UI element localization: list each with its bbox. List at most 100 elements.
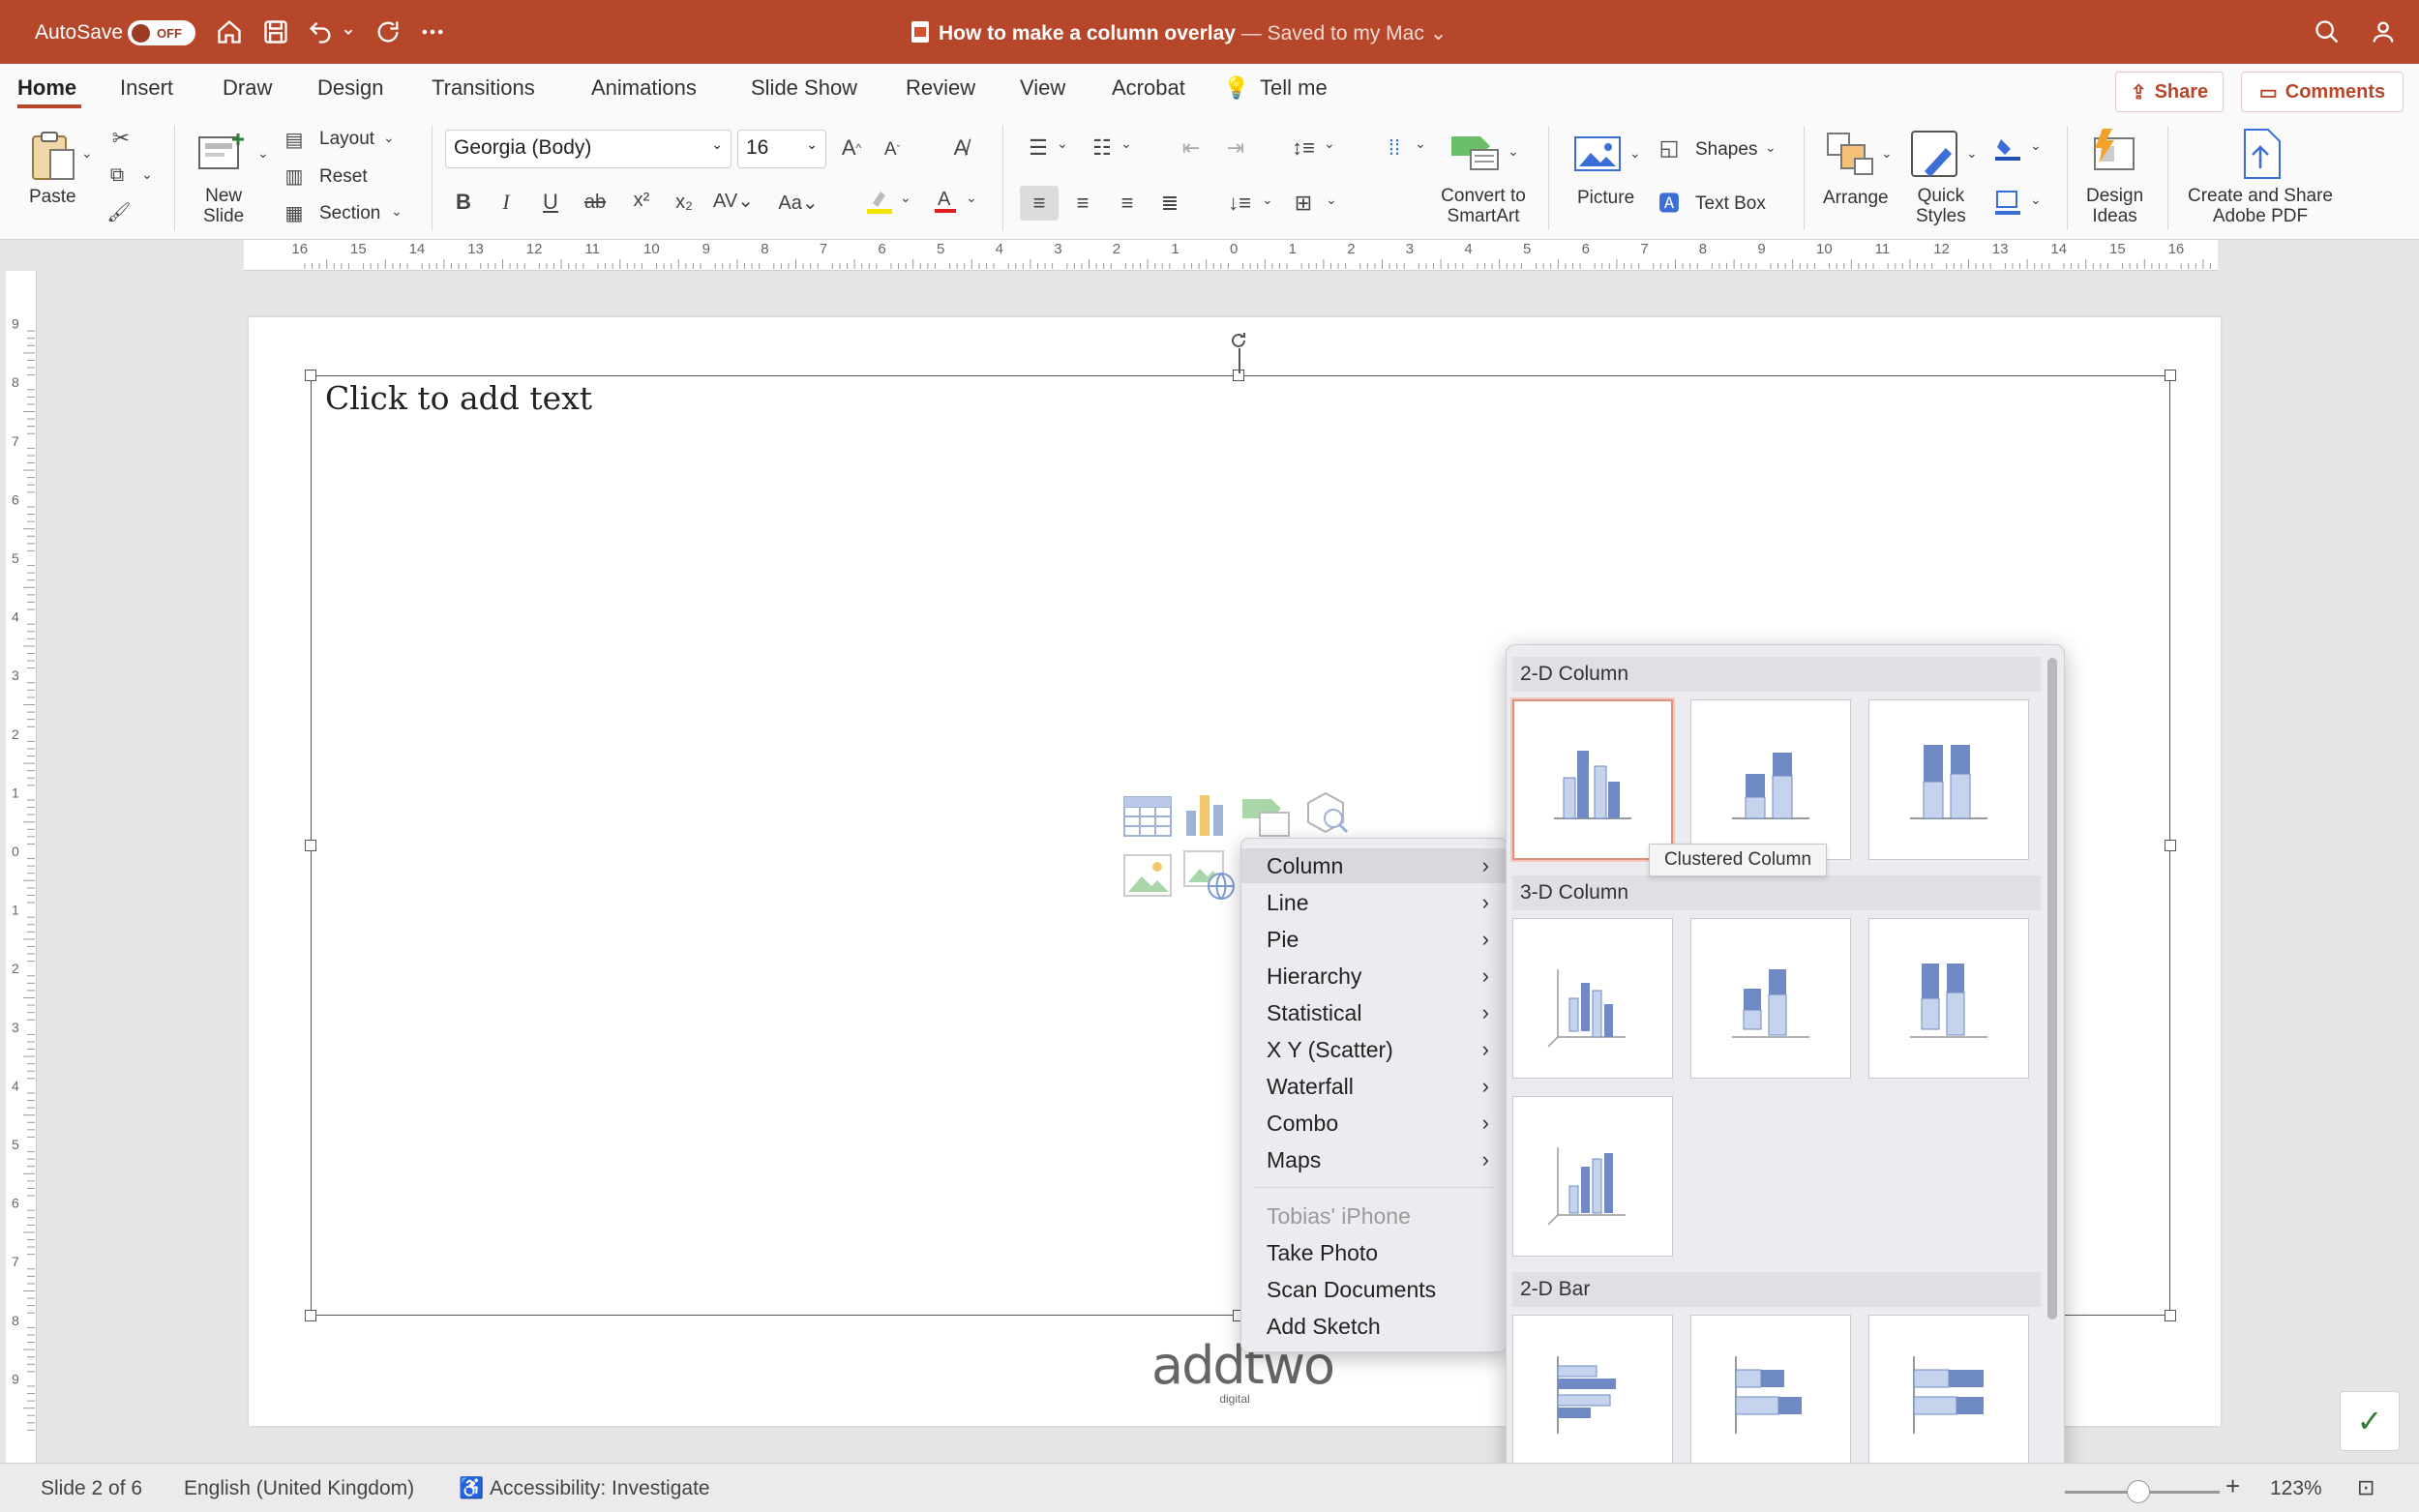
align-right-icon[interactable]: ≡ [1111,186,1144,221]
insert-online-picture-icon[interactable] [1182,849,1237,902]
insert-chart-icon[interactable] [1182,791,1231,838]
tab-transitions[interactable]: Transitions [432,75,535,101]
strikethrough-button[interactable]: ab [579,188,612,217]
undo-dropdown-icon[interactable] [339,15,358,48]
tab-review[interactable]: Review [906,75,975,101]
bold-button[interactable]: B [449,188,478,217]
accessibility-status[interactable]: Accessibility: Investigate [490,1477,710,1500]
tab-insert[interactable]: Insert [120,75,173,101]
menu-item-hierarchy[interactable]: Hierarchy › [1241,959,1508,993]
chart-3d-100-stacked-column[interactable] [1868,918,2029,1079]
text-box-icon[interactable]: 🅰 [1655,188,1684,217]
share-button[interactable]: ⇪ Share [2115,72,2224,112]
shapes-icon[interactable]: ◱ [1655,133,1684,163]
resize-handle[interactable] [305,840,316,851]
character-spacing-icon[interactable]: AV⌄ [712,186,755,215]
accessibility-icon[interactable]: ♿ [459,1477,484,1500]
text-direction-icon[interactable]: ↓≡ [1223,186,1256,221]
font-color-icon[interactable]: A [929,184,962,217]
font-name-select[interactable]: Georgia (Body) ⌄ [445,130,732,168]
section-dropdown-icon[interactable]: ⌄ [391,203,403,220]
chart-clustered-bar[interactable] [1512,1315,1673,1475]
superscript-button[interactable]: x² [627,186,656,215]
zoom-slider-knob[interactable] [2127,1480,2150,1503]
document-title[interactable]: How to make a column overlay — Saved to … [910,20,1447,45]
chart-3d-stacked-column[interactable] [1690,918,1851,1079]
home-icon[interactable] [213,15,246,48]
section-button[interactable]: Section [319,203,380,223]
insert-table-icon[interactable] [1122,795,1173,838]
line-spacing-icon[interactable]: ↕≡ [1287,132,1320,164]
change-case-icon[interactable]: Aa⌄ [774,188,822,217]
font-color-dropdown-icon[interactable]: ⌄ [966,190,977,206]
reset-button[interactable]: Reset [319,166,368,187]
numbering-dropdown-icon[interactable]: ⌄ [1120,135,1132,152]
tab-draw[interactable]: Draw [223,75,272,101]
new-slide-dropdown-icon[interactable]: ⌄ [257,145,269,162]
chart-100-stacked-column[interactable] [1868,699,2029,860]
rotate-handle-icon[interactable] [1227,329,1250,352]
insert-3d-model-icon[interactable] [1302,789,1351,838]
section-icon[interactable]: ▦ [281,199,308,226]
italic-button[interactable]: I [492,188,521,217]
columns-dropdown-icon[interactable]: ⌄ [1415,135,1426,152]
language-indicator[interactable]: English (United Kingdom) [184,1477,414,1500]
cut-icon[interactable]: ✂ [106,124,135,153]
menu-item-maps[interactable]: Maps › [1241,1142,1508,1177]
more-icon[interactable] [416,15,449,48]
comments-button[interactable]: ▭ Comments [2241,72,2404,112]
insert-picture-icon[interactable] [1122,853,1173,898]
chart-100-stacked-bar[interactable] [1868,1315,2029,1475]
chart-clustered-column[interactable] [1512,699,1673,860]
chart-3d-clustered-column[interactable] [1512,918,1673,1079]
redo-icon[interactable] [372,15,404,48]
shape-outline-icon[interactable] [1991,186,2024,219]
zoom-level[interactable]: 123% [2270,1477,2322,1500]
insert-smartart-icon[interactable] [1240,795,1291,838]
underline-button[interactable]: U [536,188,565,217]
menu-item-combo[interactable]: Combo › [1241,1106,1508,1141]
bullets-dropdown-icon[interactable]: ⌄ [1057,135,1068,152]
text-direction-dropdown-icon[interactable]: ⌄ [1262,192,1273,208]
text-box-button[interactable]: Text Box [1695,193,1766,214]
menu-item-take-photo[interactable]: Take Photo [1241,1235,1508,1270]
increase-font-size-icon[interactable]: A ^ [836,132,867,164]
menu-item-column[interactable]: Column › [1241,848,1508,883]
search-icon[interactable] [2311,15,2344,48]
resize-handle[interactable] [2165,370,2176,381]
bullets-icon[interactable]: ☰ [1022,132,1055,164]
adobe-pdf-icon[interactable] [2237,126,2285,182]
smartart-dropdown-icon[interactable]: ⌄ [1508,143,1519,160]
highlight-icon[interactable] [863,184,896,217]
tab-home[interactable]: Home [17,75,76,101]
quick-styles-dropdown-icon[interactable]: ⌄ [1966,145,1978,162]
chart-stacked-bar[interactable] [1690,1315,1851,1475]
paste-icon[interactable] [23,128,81,184]
tab-view[interactable]: View [1020,75,1065,101]
undo-icon[interactable] [304,15,337,48]
font-size-select[interactable]: 16 ⌄ [737,130,826,168]
clear-formatting-icon[interactable]: A̸ [944,132,977,164]
numbering-icon[interactable]: ☷ [1086,132,1119,164]
copy-dropdown-icon[interactable]: ⌄ [137,163,157,186]
arrange-icon[interactable] [1821,128,1879,180]
align-center-icon[interactable]: ≡ [1066,186,1099,221]
tab-acrobat[interactable]: Acrobat [1112,75,1185,101]
picture-icon[interactable] [1571,130,1624,178]
increase-indent-icon[interactable]: ⇥ [1219,132,1252,164]
quick-styles-icon[interactable] [1908,128,1962,182]
resize-handle[interactable] [2165,1310,2176,1321]
new-slide-icon[interactable] [194,128,252,178]
resize-handle[interactable] [2165,840,2176,851]
arrange-dropdown-icon[interactable]: ⌄ [1881,145,1893,162]
smartart-icon[interactable] [1448,128,1504,176]
autosave-toggle[interactable]: OFF [128,20,195,45]
align-left-icon[interactable]: ≡ [1020,186,1059,221]
columns-icon[interactable]: ⁞⁞ [1378,132,1411,164]
menu-item-waterfall[interactable]: Waterfall › [1241,1069,1508,1104]
copy-icon[interactable]: ⧉ [103,161,132,190]
justify-icon[interactable]: ≣ [1153,186,1186,221]
shape-fill-icon[interactable] [1991,132,2024,164]
fit-slide-icon[interactable]: ⊡ [2357,1475,2374,1500]
layout-dropdown-icon[interactable]: ⌄ [383,130,395,146]
